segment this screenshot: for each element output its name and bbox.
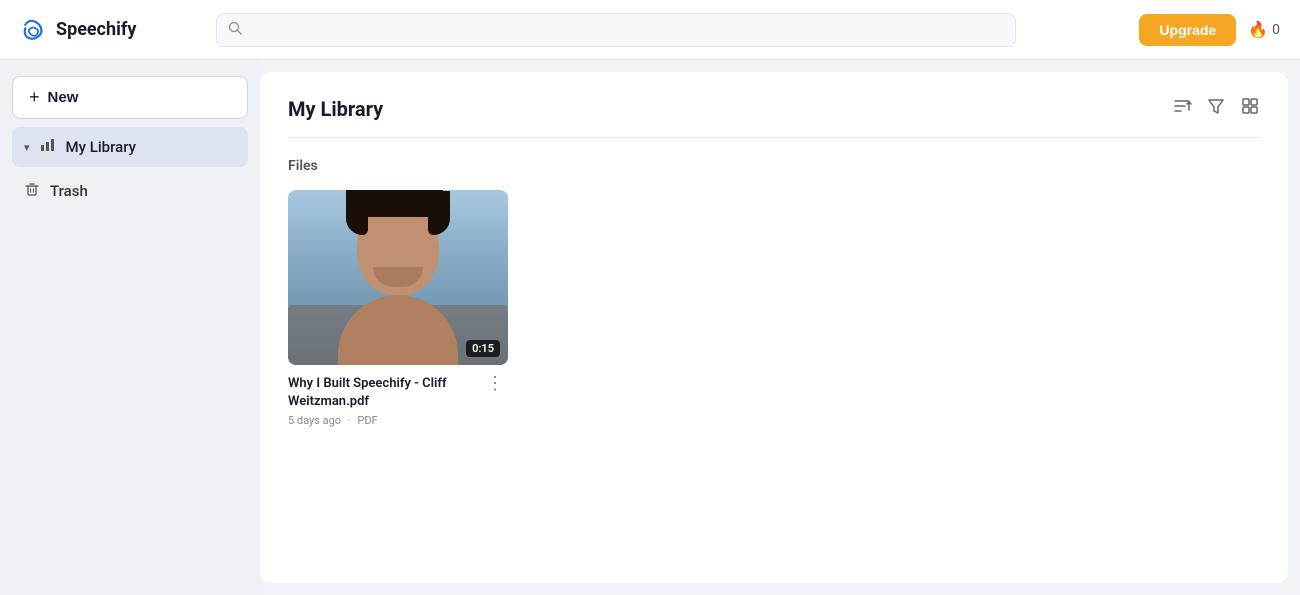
page-title: My Library [288,97,383,121]
file-meta: 5 days ago · PDF [288,414,482,427]
flame-count-value: 0 [1272,22,1280,38]
search-icon [228,21,242,39]
duration-badge: 0:15 [466,340,500,357]
file-info: Why I Built Speechify - Cliff Weitzman.p… [288,375,508,427]
top-navigation: Speechify Upgrade 🔥 0 [0,0,1300,60]
topnav-right: Upgrade 🔥 0 [1139,14,1280,46]
file-menu-button[interactable]: ⋮ [482,375,508,393]
file-thumbnail: 0:15 [288,190,508,365]
main-layout: + New ▾ My Library Trash My Library [0,60,1300,595]
file-type: PDF [357,414,377,427]
plus-icon: + [29,87,40,108]
meta-dot: · [348,414,351,427]
chevron-down-icon: ▾ [24,141,30,154]
new-button-label: New [48,89,79,106]
speechify-logo-icon [20,16,48,44]
upgrade-button[interactable]: Upgrade [1139,14,1236,46]
sidebar-item-label-my-library: My Library [66,138,136,156]
flame-icon: 🔥 [1248,20,1268,39]
content-area: My Library Files [260,72,1288,583]
my-library-icon [40,137,56,157]
files-grid: 0:15 Why I Built Speechify - Cliff Weitz… [288,190,1260,427]
sort-icon[interactable] [1172,96,1192,121]
section-divider [288,137,1260,138]
new-button[interactable]: + New [12,76,248,119]
search-input[interactable] [216,13,1016,47]
file-details: Why I Built Speechify - Cliff Weitzman.p… [288,375,482,427]
filter-icon[interactable] [1206,96,1226,121]
sidebar: + New ▾ My Library Trash [0,60,260,595]
sidebar-item-label-trash: Trash [50,182,88,200]
search-bar[interactable] [216,13,1016,47]
sidebar-item-my-library[interactable]: ▾ My Library [12,127,248,167]
file-name: Why I Built Speechify - Cliff Weitzman.p… [288,375,482,411]
flame-count-area: 🔥 0 [1248,20,1280,39]
trash-icon [24,181,40,201]
app-name: Speechify [56,19,136,40]
logo-area: Speechify [20,16,200,44]
header-actions [1172,96,1260,121]
content-header: My Library [288,96,1260,121]
grid-view-icon[interactable] [1240,96,1260,121]
file-card[interactable]: 0:15 Why I Built Speechify - Cliff Weitz… [288,190,508,427]
file-age: 5 days ago [288,414,341,427]
files-section-label: Files [288,158,1260,174]
sidebar-item-trash[interactable]: Trash [12,171,248,211]
